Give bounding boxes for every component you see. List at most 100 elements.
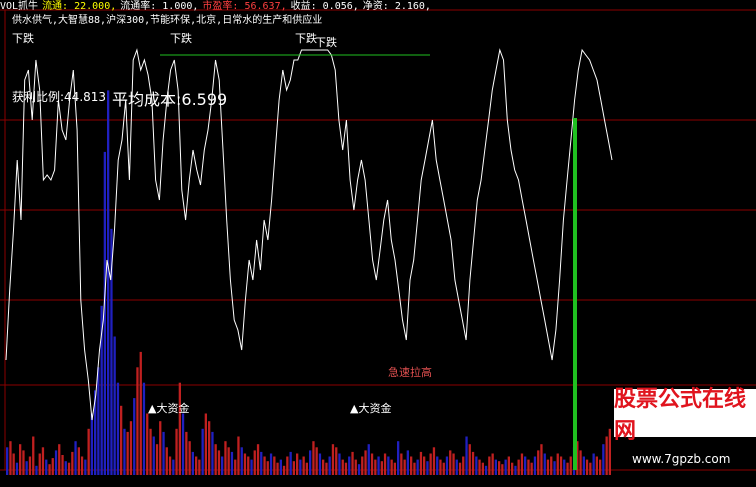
volume-bar [436, 456, 439, 475]
volume-bar [129, 421, 133, 475]
signal-down-4: 下跌 [315, 36, 337, 49]
volume-bar [41, 447, 45, 475]
volume-bar [12, 453, 15, 475]
volume-bar [494, 459, 497, 475]
volume-bar [48, 464, 51, 475]
volume-bar [181, 413, 185, 475]
volume-bar [159, 421, 162, 475]
volume-bar [260, 451, 263, 475]
volume-bar [276, 462, 279, 475]
volume-bar [478, 459, 481, 475]
volume-bar [175, 428, 178, 475]
volume-bar [299, 459, 302, 475]
volume-bar [383, 453, 387, 475]
volume-bar [38, 453, 41, 475]
profit-ratio: 获利比例:44.813 [12, 90, 107, 104]
volume-bar [133, 398, 136, 475]
volume-bar [452, 453, 455, 475]
volume-bar [599, 459, 602, 475]
volume-bar [191, 451, 194, 475]
rapid-rise-label: 急速拉高 [388, 366, 432, 379]
volume-bar [325, 462, 328, 475]
volume-bar [211, 431, 214, 475]
watermark-url: www.7gpzb.com [632, 452, 731, 466]
volume-bar [475, 456, 478, 475]
volume-bar [247, 456, 250, 475]
volume-bar [462, 456, 465, 475]
header-line-1: VOL抓牛 流通: 22.000, 流通率: 1.000, 市盈率: 56.637, 收… [0, 0, 430, 14]
volume-bar [90, 413, 93, 475]
volume-bar [563, 459, 566, 475]
volume-bar [243, 453, 247, 475]
volume-bar [374, 459, 377, 475]
volume-bar [240, 447, 243, 475]
volume-bar [484, 465, 488, 475]
volume-bar [605, 436, 608, 475]
volume-bar [468, 444, 471, 475]
volume-bar [449, 450, 452, 475]
volume-bar [201, 428, 204, 475]
volume-bar [312, 441, 315, 475]
volume-bar [155, 444, 159, 475]
volume-bar [602, 444, 605, 475]
volume-bar [328, 456, 331, 475]
volume-bar [15, 462, 19, 475]
volume-bar [305, 462, 308, 475]
volume-bar [335, 447, 338, 475]
volume-bar [351, 451, 354, 475]
volume-bar [292, 461, 295, 475]
price-line-path [5, 48, 613, 421]
volume-bar [107, 90, 110, 476]
volume-bar [296, 453, 299, 475]
volume-bar [6, 447, 9, 475]
watermark-box: 股票公式在线网 [614, 387, 756, 444]
volume-bar [439, 459, 442, 475]
volume-bar [410, 456, 413, 475]
volume-bar [397, 441, 400, 475]
volume-bar [533, 456, 537, 475]
volume-bar [582, 456, 585, 475]
volume-bar [458, 462, 462, 475]
volume-bar [507, 456, 510, 475]
volume-bar [442, 462, 445, 475]
volume-bar [266, 461, 269, 475]
volume-bar [530, 462, 533, 475]
volume-bar [309, 450, 312, 475]
volume-bar [32, 436, 35, 475]
indicator-header: VOL抓牛 流通: 22.000, 流通率: 1.000, 市盈率: 56.637, 收… [0, 0, 430, 32]
volume-bar [253, 450, 256, 475]
volume-bar [423, 456, 426, 475]
volume-bar [592, 453, 595, 475]
volume-bar [393, 462, 396, 475]
volume-bar [289, 451, 292, 475]
watermark-title: 股票公式在线网 [614, 387, 747, 444]
volume-bar [273, 456, 276, 475]
avg-cost: 平均成本:6.599 [112, 90, 228, 109]
volume-bar [370, 453, 374, 475]
volume-bar [403, 459, 406, 475]
volume-bar [361, 456, 364, 475]
volume-bar [61, 455, 64, 475]
header-field-3: 市盈率: 56.637, [202, 1, 287, 12]
volume-bar [377, 456, 380, 475]
volume-bar [136, 367, 139, 475]
volume-bar [543, 453, 546, 475]
header-field-2: 流通率: 1.000, [120, 1, 199, 12]
volume-bar [455, 459, 458, 475]
volume-bar [250, 459, 253, 475]
volume-bar [465, 436, 468, 475]
volume-bar [80, 456, 84, 475]
header-field-0: VOL抓牛 [0, 1, 39, 12]
volume-bar [517, 459, 520, 475]
volume-bar [504, 459, 507, 475]
volume-bar [540, 444, 543, 475]
volume-bar [322, 459, 325, 475]
volume-bar [74, 441, 77, 475]
volume-bar [579, 450, 582, 475]
volume-bar [28, 456, 32, 475]
volume-bar [269, 453, 273, 475]
volume-bar [152, 436, 155, 475]
volume-bar [224, 441, 227, 475]
volume-bar [546, 459, 550, 475]
volume-bar [113, 336, 116, 475]
